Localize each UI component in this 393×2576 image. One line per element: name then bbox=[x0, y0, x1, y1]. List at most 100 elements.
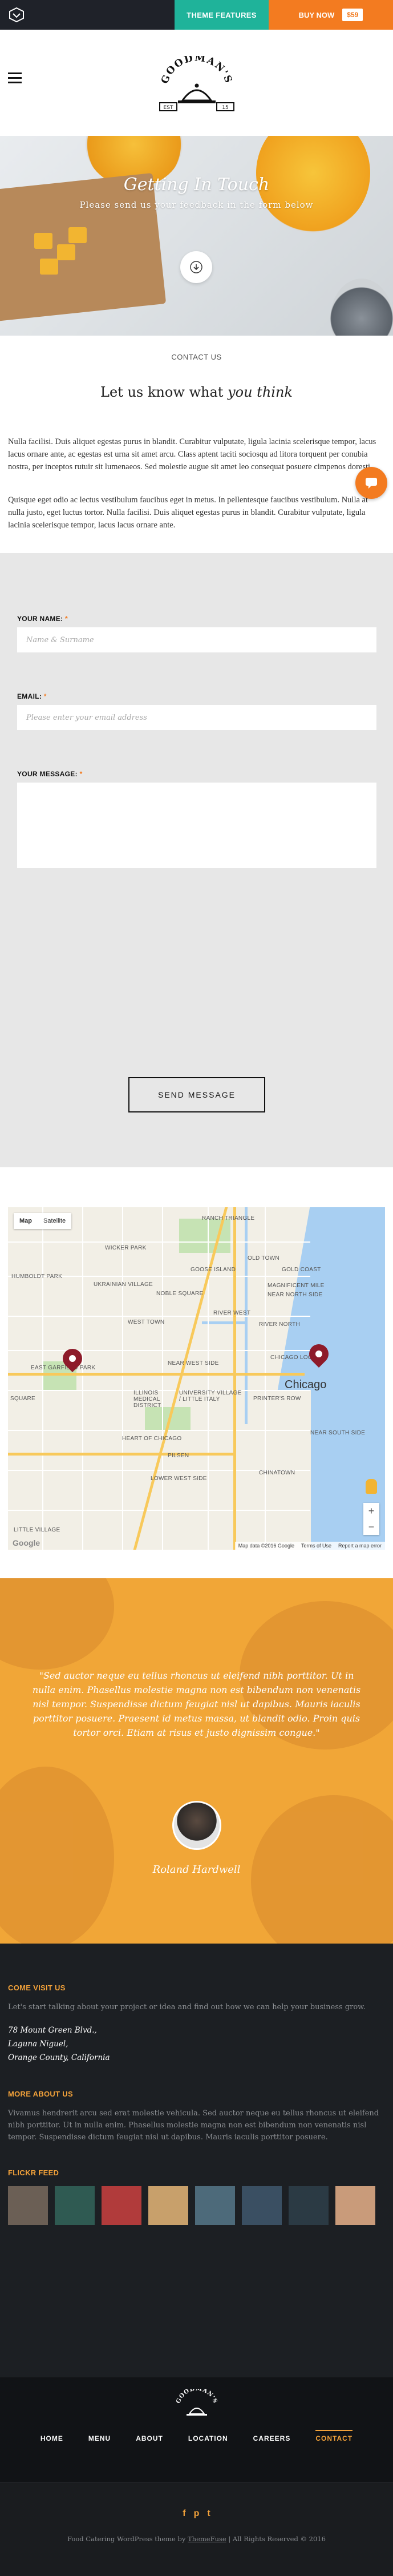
cheese-piece bbox=[57, 244, 75, 260]
cheese-piece bbox=[40, 259, 58, 275]
svg-text:GOODMAN'S: GOODMAN'S bbox=[175, 2389, 218, 2404]
testimonial-quote: "Sed auctor neque eu tellus rhoncus ut e… bbox=[32, 1670, 361, 1738]
street-view-icon[interactable] bbox=[366, 1479, 377, 1494]
cheese-piece bbox=[68, 227, 87, 243]
google-logo: Google bbox=[13, 1538, 40, 1547]
email-input[interactable]: Please enter your email address bbox=[17, 705, 376, 730]
page-title: Getting In Touch bbox=[123, 175, 270, 195]
nav-careers[interactable]: CAREERS bbox=[253, 2434, 291, 2442]
breadcrumb: CONTACT US bbox=[171, 353, 222, 361]
flickr-thumbnail[interactable] bbox=[335, 2186, 375, 2225]
map-label: GOLD COAST bbox=[282, 1267, 321, 1273]
map-label: GOOSE ISLAND bbox=[191, 1267, 236, 1273]
nav-location[interactable]: LOCATION bbox=[188, 2434, 228, 2442]
theme-features-button[interactable]: THEME FEATURES bbox=[175, 0, 269, 30]
section-title: Let us know what you think bbox=[0, 380, 393, 436]
visit-text: Let's start talking about your project o… bbox=[8, 2003, 366, 2011]
map-report-link[interactable]: Report a map error bbox=[338, 1543, 382, 1549]
flickr-thumbnail[interactable] bbox=[102, 2186, 141, 2225]
flickr-thumbnail[interactable] bbox=[195, 2186, 235, 2225]
address: 78 Mount Green Blvd., Laguna Niguel, Ora… bbox=[8, 2026, 110, 2062]
map-label: CHINATOWN bbox=[259, 1470, 295, 1476]
map-footer: Map data ©2016 Google Terms of Use Repor… bbox=[234, 1542, 385, 1550]
avatar bbox=[172, 1801, 221, 1850]
map-label: OLD TOWN bbox=[248, 1255, 279, 1261]
map-label: LOWER WEST SIDE bbox=[151, 1476, 207, 1482]
facebook-icon[interactable]: f bbox=[183, 2509, 185, 2519]
top-bar: THEME FEATURES BUY NOW $59 bbox=[0, 0, 393, 30]
flickr-thumbnail[interactable] bbox=[242, 2186, 282, 2225]
price-badge: $59 bbox=[342, 9, 363, 21]
footer-info: COME VISIT US Let's start talking about … bbox=[0, 1944, 393, 2377]
nav-about[interactable]: ABOUT bbox=[136, 2434, 163, 2442]
map-type-control[interactable]: Map Satellite bbox=[14, 1213, 72, 1229]
flickr-thumbnail[interactable] bbox=[289, 2186, 329, 2225]
cheese-board-image bbox=[0, 172, 167, 322]
zoom-in-button[interactable]: + bbox=[363, 1503, 379, 1519]
map-label: PILSEN bbox=[168, 1453, 189, 1459]
map-label: SQUARE bbox=[10, 1396, 36, 1402]
flickr-feed bbox=[8, 2186, 384, 2225]
theme-logo-icon[interactable] bbox=[8, 7, 25, 23]
nav-menu[interactable]: MENU bbox=[88, 2434, 111, 2442]
flickr-title: FLICKR FEED bbox=[8, 2168, 59, 2177]
name-input[interactable]: Name & Surname bbox=[17, 627, 376, 652]
scroll-down-button[interactable] bbox=[180, 251, 212, 283]
send-message-button[interactable]: SEND MESSAGE bbox=[128, 1077, 265, 1112]
map-label: NEAR NORTH SIDE bbox=[268, 1292, 323, 1298]
flickr-thumbnail[interactable] bbox=[148, 2186, 188, 2225]
footer-brand-logo[interactable]: GOODMAN'S bbox=[171, 2389, 222, 2423]
flickr-thumbnail[interactable] bbox=[8, 2186, 48, 2225]
message-label: YOUR MESSAGE: * bbox=[17, 770, 83, 778]
map-label: HEART OF CHICAGO bbox=[122, 1436, 182, 1442]
expressway bbox=[233, 1207, 236, 1550]
map-label: RIVER WEST bbox=[213, 1310, 251, 1316]
about-text: Vivamus hendrerit arcu sed erat molestie… bbox=[8, 2109, 379, 2142]
map-label: HUMBOLDT PARK bbox=[11, 1273, 63, 1280]
testimonial-author: Roland Hardwell bbox=[152, 1864, 241, 1876]
intro-text: Nulla facilisi. Duis aliquet egestas pur… bbox=[0, 436, 393, 531]
background-food-image bbox=[0, 1578, 114, 1670]
map-type-map[interactable]: Map bbox=[14, 1213, 38, 1229]
map-label: NEAR WEST SIDE bbox=[168, 1360, 219, 1366]
zoom-out-button[interactable]: − bbox=[363, 1519, 379, 1535]
map-label: PRINTER'S ROW bbox=[253, 1396, 301, 1402]
twitter-icon[interactable]: t bbox=[207, 2509, 210, 2519]
svg-text:GOODMAN'S: GOODMAN'S bbox=[159, 56, 234, 86]
map-data-credit: Map data ©2016 Google bbox=[238, 1543, 294, 1549]
brand-logo[interactable]: GOODMAN'S EST 15 bbox=[154, 56, 240, 119]
hamburger-menu-icon[interactable] bbox=[8, 72, 22, 86]
map-label: WEST TOWN bbox=[128, 1319, 165, 1325]
chat-button[interactable] bbox=[355, 467, 387, 499]
themefuse-link[interactable]: ThemeFuse bbox=[188, 2535, 226, 2543]
arrow-down-icon bbox=[190, 261, 202, 273]
google-map[interactable]: RANCH TRIANGLE WICKER PARK GOOSE ISLAND … bbox=[8, 1207, 385, 1550]
cheese-piece bbox=[34, 233, 52, 249]
message-textarea[interactable] bbox=[17, 783, 376, 868]
nav-home[interactable]: HOME bbox=[40, 2434, 63, 2442]
pinterest-icon[interactable]: p bbox=[194, 2509, 200, 2519]
social-links: f p t bbox=[0, 2509, 393, 2519]
hero-banner: Getting In Touch Please send us your fee… bbox=[0, 136, 393, 336]
nav-contact[interactable]: CONTACT bbox=[315, 2430, 353, 2442]
map-label: UKRAINIAN VILLAGE bbox=[94, 1281, 153, 1288]
contact-form: YOUR NAME: * Name & Surname EMAIL: * Ple… bbox=[0, 553, 393, 1167]
flickr-thumbnail[interactable] bbox=[55, 2186, 95, 2225]
svg-text:15: 15 bbox=[222, 105, 228, 111]
paragraph: Nulla facilisi. Duis aliquet egestas pur… bbox=[8, 437, 376, 471]
zoom-control: + − bbox=[363, 1503, 379, 1535]
map-label: EAST GARFIELD PARK bbox=[31, 1365, 96, 1371]
river bbox=[202, 1321, 248, 1324]
footer-menu: HOME MENU ABOUT LOCATION CAREERS CONTACT bbox=[0, 2430, 393, 2442]
grinder-image bbox=[330, 279, 393, 336]
visit-title: COME VISIT US bbox=[8, 1984, 66, 1992]
map-terms-link[interactable]: Terms of Use bbox=[301, 1543, 331, 1549]
buy-now-button[interactable]: BUY NOW $59 bbox=[269, 0, 393, 30]
map-label: NEAR SOUTH SIDE bbox=[310, 1430, 366, 1436]
chat-bubble-icon bbox=[366, 478, 377, 489]
paragraph: Quisque eget odio ac lectus vestibulum f… bbox=[8, 495, 368, 530]
map-label: WICKER PARK bbox=[105, 1245, 147, 1251]
expressway bbox=[8, 1373, 305, 1376]
map-type-satellite[interactable]: Satellite bbox=[38, 1213, 71, 1229]
name-label: YOUR NAME: * bbox=[17, 615, 68, 623]
